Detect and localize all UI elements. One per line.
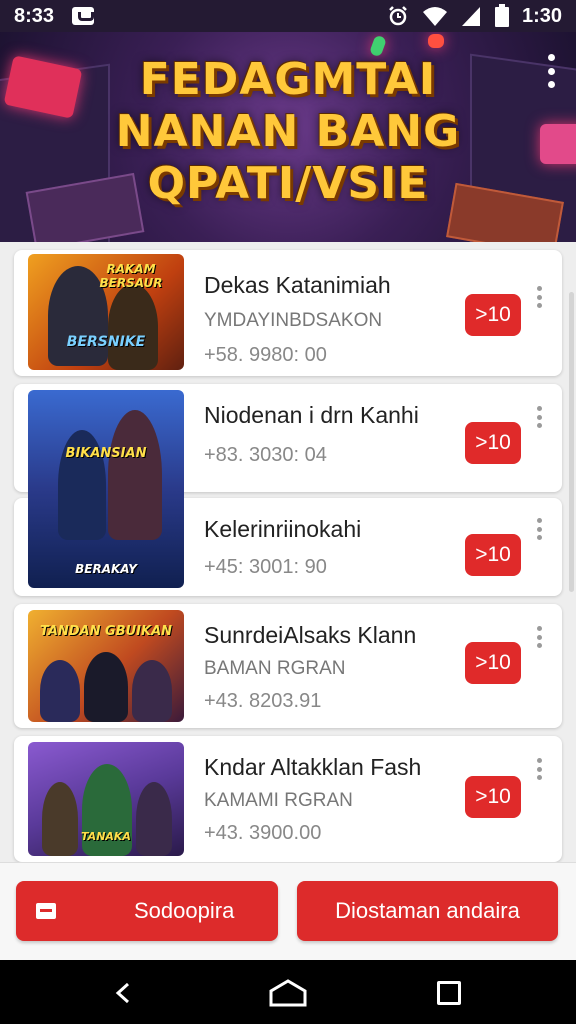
secondary-action-label: Diostaman andaira	[335, 898, 520, 923]
item-action-button[interactable]: >10	[465, 776, 521, 818]
status-time-right: 1:30	[521, 4, 562, 27]
item-title: Niodenan i drn Kanhi	[204, 402, 419, 428]
item-more-icon[interactable]	[535, 518, 543, 540]
signal-icon	[461, 7, 480, 26]
hero-title: FEDAGMTAI NANAN BANG QPATI/VSIE	[0, 54, 576, 210]
thumbnail-subtitle: BERAKAY	[75, 562, 137, 576]
primary-action-button[interactable]: Sodoopira	[16, 881, 278, 941]
primary-action-label: Sodoopira	[134, 898, 235, 923]
item-action-button[interactable]: >10	[465, 534, 521, 576]
game-thumbnail: RAKAM BERSAUR BERSNIKE	[28, 254, 184, 370]
game-thumbnail: BIKANSIAN BERAKAY	[28, 390, 184, 588]
notification-icon	[72, 7, 95, 25]
item-more-icon[interactable]	[535, 286, 543, 308]
battery-icon	[494, 4, 509, 27]
hero-title-line: QPATI/VSIE	[147, 158, 429, 209]
list-item[interactable]: TANDAN GBUIKAN SunrdeiAlsaks Klann BAMAN…	[14, 604, 562, 728]
item-action-button[interactable]: >10	[465, 642, 521, 684]
character-figure	[108, 284, 158, 370]
item-title: Kelerinriinokahi	[204, 516, 362, 542]
list-item[interactable]: RAKAM BERSAUR BERSNIKE Dekas Katanimiah …	[14, 250, 562, 376]
game-thumbnail: TANDAN GBUIKAN	[28, 610, 184, 722]
character-figure	[42, 782, 78, 856]
hero-title-line: NANAN BANG	[115, 106, 461, 157]
game-thumbnail: TANAKA	[28, 742, 184, 856]
hero-title-line: FEDAGMTAI	[139, 54, 437, 105]
item-title: Kndar Altakklan Fash	[204, 754, 422, 780]
item-more-icon[interactable]	[535, 406, 543, 428]
list-scrollbar[interactable]	[569, 292, 574, 592]
game-list: RAKAM BERSAUR BERSNIKE Dekas Katanimiah …	[0, 242, 576, 862]
bottom-action-bar: Sodoopira Diostaman andaira	[0, 862, 576, 960]
item-more-icon[interactable]	[535, 626, 543, 648]
hero-neon-sign	[428, 34, 444, 48]
status-bar: 8:33 1:30	[0, 0, 576, 32]
thumbnail-title: RAKAM BERSAUR	[99, 262, 163, 290]
character-figure	[108, 410, 162, 540]
wifi-icon	[422, 7, 447, 26]
thumbnail-subtitle: BERSNIKE	[66, 334, 146, 350]
item-subtitle: BAMAN RGRAN	[204, 658, 346, 679]
item-title: SunrdeiAlsaks Klann	[204, 622, 417, 648]
thumbnail-title: TANDAN GBUIKAN	[39, 624, 173, 639]
status-icons: 1:30	[386, 4, 562, 28]
alarm-icon	[389, 6, 407, 26]
status-time-left: 8:33	[14, 4, 55, 27]
list-item[interactable]: TANAKA Kndar Altakklan Fash KAMAMI RGRAN…	[14, 736, 562, 862]
item-more-icon[interactable]	[535, 758, 543, 780]
character-figure	[136, 782, 172, 856]
character-figure	[84, 652, 128, 722]
character-figure	[132, 660, 172, 722]
item-action-button[interactable]: >10	[465, 294, 521, 336]
back-icon[interactable]	[112, 982, 134, 1004]
secondary-action-button[interactable]: Diostaman andaira	[297, 881, 558, 941]
hero-banner: FEDAGMTAI NANAN BANG QPATI/VSIE	[0, 32, 576, 242]
overflow-menu-icon[interactable]	[546, 54, 556, 88]
item-subtitle: YMDAYINBDSAKON	[204, 310, 383, 331]
item-price: +58. 9980: 00	[204, 344, 327, 366]
item-action-button[interactable]: >10	[465, 422, 521, 464]
item-price: +43. 3900.00	[204, 822, 322, 844]
recent-apps-icon[interactable]	[437, 981, 461, 1005]
character-figure	[40, 660, 80, 722]
item-price: +83. 3030: 04	[204, 444, 327, 466]
item-price: +43. 8203.91	[204, 690, 322, 712]
thumbnail-title: BIKANSIAN	[65, 446, 147, 461]
card-icon	[36, 903, 56, 919]
item-price: +45: 3001: 90	[204, 556, 327, 578]
thumbnail-subtitle: TANAKA	[81, 830, 131, 843]
home-icon[interactable]	[268, 978, 308, 1008]
system-nav-bar	[0, 960, 576, 1024]
item-title: Dekas Katanimiah	[204, 272, 391, 298]
item-subtitle: KAMAMI RGRAN	[204, 790, 353, 811]
